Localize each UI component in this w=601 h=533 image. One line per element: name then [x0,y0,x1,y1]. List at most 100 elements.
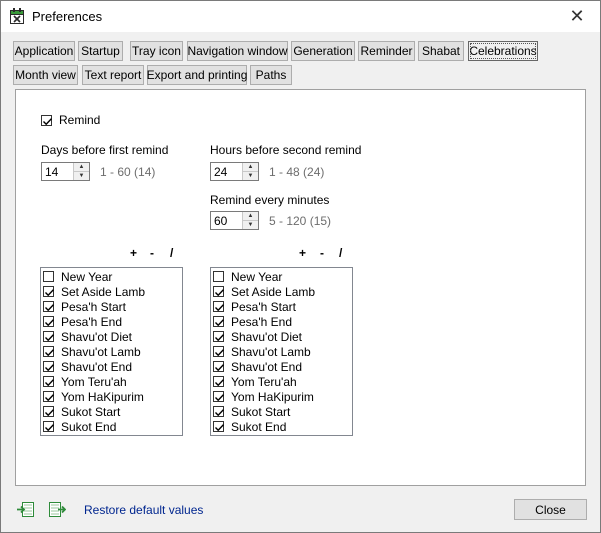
days-first-spinner[interactable]: 14 ▲ ▼ [41,162,90,181]
item-checkbox[interactable] [213,391,225,402]
list-item[interactable]: Sukot Start [213,404,290,419]
list-item[interactable]: Shavu'ot Diet [43,329,132,344]
tab-text-report[interactable]: Text report [82,65,144,85]
tab-label: Celebrations [469,44,537,58]
tab-generation[interactable]: Generation [291,41,355,61]
item-label: Shavu'ot Diet [231,329,302,344]
plus-button[interactable]: + [299,246,306,260]
minus-button[interactable]: - [150,246,154,260]
list-item[interactable]: Pesa'h End [213,314,292,329]
item-label: Sukot Start [231,404,291,419]
item-checkbox[interactable] [43,331,55,342]
item-label: Yom HaKipurim [231,389,314,404]
toggle-button[interactable]: / [170,246,173,260]
item-checkbox[interactable] [43,421,55,432]
list-item[interactable]: New Year [43,269,112,284]
item-checkbox[interactable] [43,271,54,282]
item-checkbox[interactable] [43,376,55,387]
restore-defaults-link[interactable]: Restore default values [84,503,203,517]
spin-down-icon[interactable]: ▼ [243,172,258,180]
minus-button[interactable]: - [320,246,324,260]
title-bar: Preferences ✕ [1,1,600,32]
toggle-button[interactable]: / [339,246,342,260]
item-checkbox[interactable] [213,421,225,432]
tab-label: Startup [81,44,120,58]
tab-label: Generation [293,44,353,58]
tab-label: Shabat [421,44,461,58]
import-icon[interactable] [17,502,34,517]
export-icon[interactable] [49,502,66,517]
list-item[interactable]: Set Aside Lamb [43,284,145,299]
item-label: New Year [231,269,283,284]
item-checkbox[interactable] [213,286,225,297]
spinner-arrows: ▲ ▼ [242,163,258,180]
tab-month-view[interactable]: Month view [13,65,78,85]
tab-label: Export and printing [146,68,248,82]
tab-paths[interactable]: Paths [250,65,292,85]
tab-startup[interactable]: Startup [78,41,123,61]
list-item[interactable]: Yom HaKipurim [43,389,144,404]
window-close-button[interactable]: ✕ [554,1,600,32]
item-checkbox[interactable] [43,301,55,312]
spin-up-icon[interactable]: ▲ [243,212,258,221]
tab-tray-icon[interactable]: Tray icon [130,41,183,61]
list-item[interactable]: New Year [213,269,282,284]
list-item[interactable]: Shavu'ot End [43,359,132,374]
tab-export-and-printing[interactable]: Export and printing [147,65,247,85]
list-item[interactable]: Sukot End [43,419,116,434]
tab-application[interactable]: Application [13,41,75,61]
list-item[interactable]: Sukot Start [43,404,120,419]
list-item[interactable]: Pesa'h End [43,314,122,329]
item-checkbox[interactable] [213,406,225,417]
tab-shabat[interactable]: Shabat [418,41,464,61]
spin-up-icon[interactable]: ▲ [243,163,258,172]
list-item[interactable]: Pesa'h Start [43,299,126,314]
item-checkbox[interactable] [43,361,55,372]
tab-navigation-window[interactable]: Navigation window [187,41,288,61]
item-checkbox[interactable] [43,406,55,417]
item-checkbox[interactable] [213,301,225,312]
close-button[interactable]: Close [514,499,587,520]
item-checkbox[interactable] [213,376,225,387]
item-checkbox[interactable] [43,286,55,297]
item-checkbox[interactable] [213,331,225,342]
tab-label: Paths [255,68,287,82]
celebrations-list-first[interactable]: New Year Set Aside Lamb Pesa'h Start Pesa'h… [40,267,183,436]
item-checkbox[interactable] [43,346,55,357]
item-checkbox[interactable] [213,316,225,327]
item-label: Pesa'h End [231,314,293,329]
remind-every-spinner[interactable]: 60 ▲ ▼ [210,211,259,230]
days-first-label: Days before first remind [41,143,169,157]
item-checkbox[interactable] [43,391,55,402]
calendar-app-icon [10,8,24,24]
spin-up-icon[interactable]: ▲ [74,163,89,172]
remind-checkbox[interactable] [41,114,53,126]
hours-second-spinner[interactable]: 24 ▲ ▼ [210,162,259,181]
tab-celebrations[interactable]: Celebrations [468,41,538,61]
item-label: Set Aside Lamb [61,284,146,299]
list-item[interactable]: Shavu'ot Lamb [43,344,141,359]
spin-down-icon[interactable]: ▼ [243,221,258,229]
plus-button[interactable]: + [130,246,137,260]
celebrations-list-second[interactable]: New Year Set Aside Lamb Pesa'h Start Pesa'h… [210,267,353,436]
item-label: Pesa'h Start [231,299,296,314]
list-item[interactable]: Shavu'ot End [213,359,302,374]
item-label: Shavu'ot End [231,359,303,374]
item-checkbox[interactable] [213,361,225,372]
item-checkbox[interactable] [213,346,225,357]
tab-reminder[interactable]: Reminder [358,41,415,61]
list-item[interactable]: Set Aside Lamb [213,284,315,299]
item-label: Yom Teru'ah [231,374,297,389]
list-item[interactable]: Yom Teru'ah [43,374,127,389]
list-item[interactable]: Pesa'h Start [213,299,296,314]
spin-down-icon[interactable]: ▼ [74,172,89,180]
item-checkbox[interactable] [213,271,224,282]
list-item[interactable]: Yom Teru'ah [213,374,297,389]
list-item[interactable]: Sukot End [213,419,286,434]
tab-label: Navigation window [187,44,288,58]
list-item[interactable]: Shavu'ot Lamb [213,344,311,359]
item-checkbox[interactable] [43,316,55,327]
list-item[interactable]: Yom HaKipurim [213,389,314,404]
remind-checkbox-row[interactable]: Remind [41,113,100,127]
list-item[interactable]: Shavu'ot Diet [213,329,302,344]
